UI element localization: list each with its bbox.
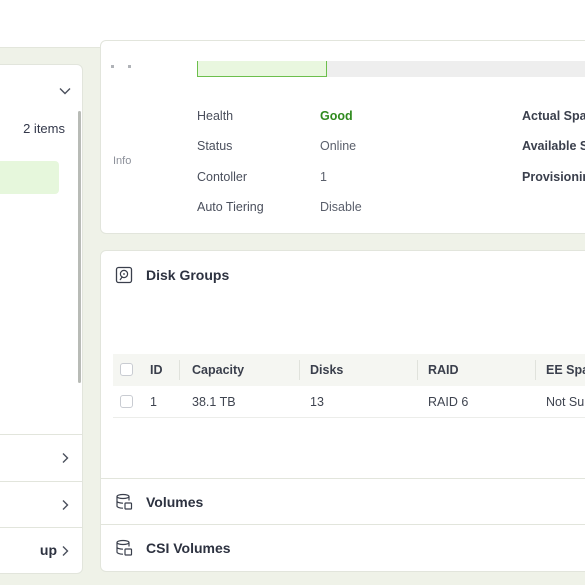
info-section-label: Info xyxy=(113,155,132,167)
table-row[interactable]: 1 38.1 TB 13 RAID 6 Not Su xyxy=(113,386,585,418)
database-icon xyxy=(116,493,133,510)
status-value: Online xyxy=(320,139,357,153)
chevron-right-icon xyxy=(62,546,69,556)
cell-id: 1 xyxy=(150,395,157,409)
left-panel: 2 items up xyxy=(0,64,83,574)
row-checkbox[interactable] xyxy=(120,395,133,408)
column-header-raid[interactable]: RAID xyxy=(428,363,459,377)
cell-disks: 13 xyxy=(310,395,324,409)
collapsed-section-2[interactable] xyxy=(0,481,82,527)
csi-volumes-section-title[interactable]: CSI Volumes xyxy=(146,540,231,556)
disk-group-icon xyxy=(115,266,133,284)
collapsed-section-1[interactable] xyxy=(0,434,82,480)
column-header-disks[interactable]: Disks xyxy=(310,363,343,377)
health-value: Good xyxy=(320,109,353,123)
volumes-section-title[interactable]: Volumes xyxy=(146,494,203,510)
chevron-right-icon xyxy=(62,453,69,463)
status-key: Status xyxy=(197,139,233,153)
disk-groups-card: Disk Groups ID Capacity Disks RAID EE Sp… xyxy=(100,250,585,572)
column-header-id[interactable]: ID xyxy=(150,363,163,377)
auto-tiering-value: Disable xyxy=(320,200,362,214)
column-header-ee-spare[interactable]: EE Spar xyxy=(546,363,585,377)
available-space-key: Available S xyxy=(522,139,585,153)
items-count: 2 items xyxy=(23,121,65,136)
pool-info-card: Info Health Good Status Online Contoller… xyxy=(100,40,585,234)
cell-raid: RAID 6 xyxy=(428,395,469,409)
chevron-down-icon[interactable] xyxy=(57,83,73,99)
capacity-free-bar xyxy=(327,61,585,77)
divider xyxy=(101,524,585,525)
scrollbar[interactable] xyxy=(78,111,81,383)
section-label: up xyxy=(39,542,57,558)
database-icon xyxy=(116,539,133,556)
chevron-right-icon xyxy=(62,500,69,510)
controller-key: Contoller xyxy=(197,170,248,184)
selected-list-item[interactable] xyxy=(0,161,59,194)
table-header: ID Capacity Disks RAID EE Spar xyxy=(113,354,585,386)
auto-tiering-key: Auto Tiering xyxy=(197,200,264,214)
cell-capacity: 38.1 TB xyxy=(192,395,236,409)
health-key: Health xyxy=(197,109,234,123)
disk-groups-title: Disk Groups xyxy=(146,267,230,283)
controller-value: 1 xyxy=(320,170,327,184)
capacity-used-bar xyxy=(197,61,327,77)
collapsed-section-3[interactable]: up xyxy=(0,527,82,573)
provisioning-key: Provisionin xyxy=(522,170,585,184)
divider xyxy=(101,478,585,479)
capacity-label-fragment xyxy=(111,55,171,68)
actual-space-key: Actual Spac xyxy=(522,109,585,123)
column-header-capacity[interactable]: Capacity xyxy=(192,363,244,377)
select-all-checkbox[interactable] xyxy=(120,363,133,376)
cell-ee-spare: Not Su xyxy=(546,395,585,409)
